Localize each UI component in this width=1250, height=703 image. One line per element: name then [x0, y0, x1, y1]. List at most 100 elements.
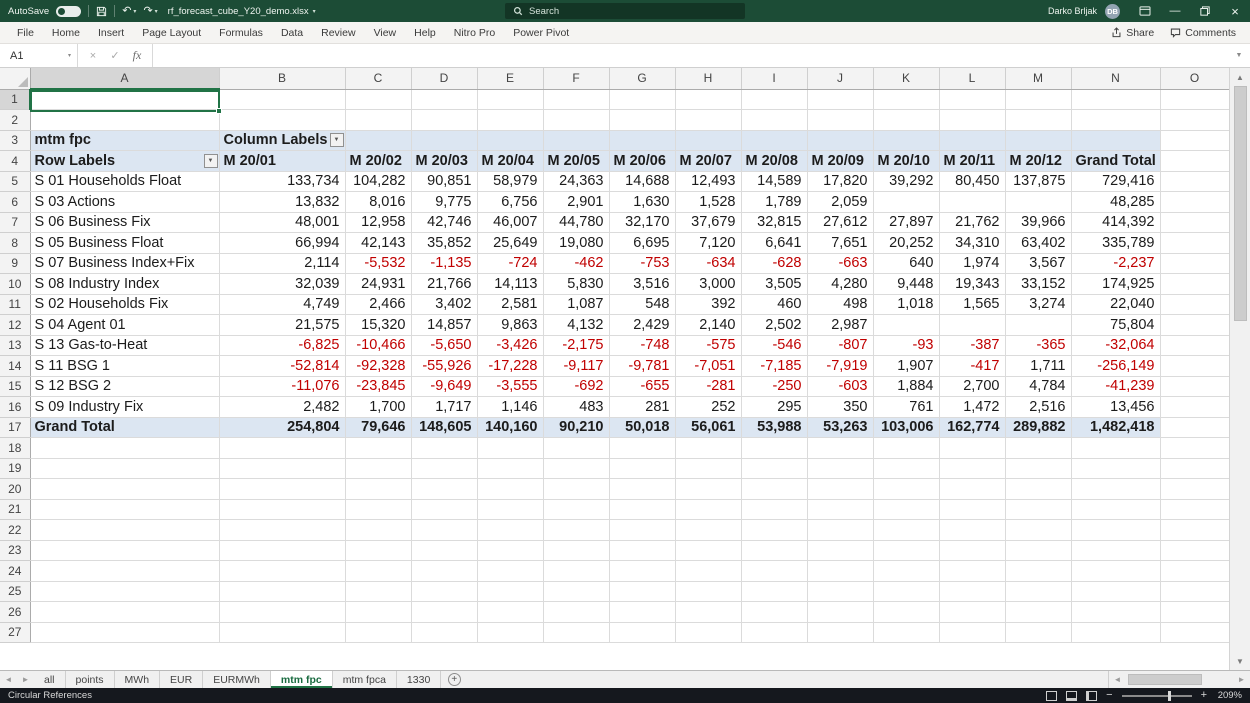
cell-M19[interactable]: [1005, 458, 1071, 479]
cell-O25[interactable]: [1160, 581, 1229, 602]
cell-E9[interactable]: -724: [477, 253, 543, 274]
cell-F6[interactable]: 2,901: [543, 192, 609, 213]
cell-I14[interactable]: -7,185: [741, 356, 807, 377]
cell-N27[interactable]: [1071, 622, 1160, 643]
zoom-slider-thumb[interactable]: [1168, 691, 1171, 701]
cell-N23[interactable]: [1071, 540, 1160, 561]
cell-K12[interactable]: [873, 315, 939, 336]
column-header-M[interactable]: M: [1005, 68, 1071, 89]
ribbon-tab-power-pivot[interactable]: Power Pivot: [504, 22, 578, 43]
cell-G21[interactable]: [609, 499, 675, 520]
cell-E15[interactable]: -3,555: [477, 376, 543, 397]
cell-C27[interactable]: [345, 622, 411, 643]
cell-M8[interactable]: 63,402: [1005, 233, 1071, 254]
cell-O8[interactable]: [1160, 233, 1229, 254]
cell-D15[interactable]: -9,649: [411, 376, 477, 397]
cell-C11[interactable]: 2,466: [345, 294, 411, 315]
cell-D22[interactable]: [411, 520, 477, 541]
cell-A6[interactable]: S 03 Actions: [30, 192, 219, 213]
cell-D10[interactable]: 21,766: [411, 274, 477, 295]
cell-G23[interactable]: [609, 540, 675, 561]
cell-A5[interactable]: S 01 Households Float: [30, 171, 219, 192]
cell-I3[interactable]: [741, 130, 807, 151]
sheet-tab-mtm-fpca[interactable]: mtm fpca: [333, 671, 397, 688]
row-header-2[interactable]: 2: [0, 110, 30, 131]
cell-B6[interactable]: 13,832: [219, 192, 345, 213]
row-header-27[interactable]: 27: [0, 622, 30, 643]
cell-E23[interactable]: [477, 540, 543, 561]
column-header-E[interactable]: E: [477, 68, 543, 89]
cell-B24[interactable]: [219, 561, 345, 582]
cell-D12[interactable]: 14,857: [411, 315, 477, 336]
cell-C18[interactable]: [345, 438, 411, 459]
cell-K10[interactable]: 9,448: [873, 274, 939, 295]
cell-D17[interactable]: 148,605: [411, 417, 477, 438]
cell-N25[interactable]: [1071, 581, 1160, 602]
row-header-16[interactable]: 16: [0, 397, 30, 418]
cell-E8[interactable]: 25,649: [477, 233, 543, 254]
cell-M1[interactable]: [1005, 89, 1071, 110]
cell-D9[interactable]: -1,135: [411, 253, 477, 274]
cell-H21[interactable]: [675, 499, 741, 520]
column-header-O[interactable]: O: [1160, 68, 1229, 89]
cell-M14[interactable]: 1,711: [1005, 356, 1071, 377]
cell-F14[interactable]: -9,117: [543, 356, 609, 377]
cell-J19[interactable]: [807, 458, 873, 479]
cell-H23[interactable]: [675, 540, 741, 561]
cell-D2[interactable]: [411, 110, 477, 131]
cell-C1[interactable]: [345, 89, 411, 110]
cell-G19[interactable]: [609, 458, 675, 479]
cell-I11[interactable]: 460: [741, 294, 807, 315]
row-header-7[interactable]: 7: [0, 212, 30, 233]
name-box[interactable]: A1 ▾: [0, 44, 78, 67]
column-header-A[interactable]: A: [30, 68, 219, 89]
cell-K5[interactable]: 39,292: [873, 171, 939, 192]
row-header-17[interactable]: 17: [0, 417, 30, 438]
cell-A3[interactable]: mtm fpc: [30, 130, 219, 151]
cell-A23[interactable]: [30, 540, 219, 561]
cell-L4[interactable]: M 20/11: [939, 151, 1005, 172]
cell-L18[interactable]: [939, 438, 1005, 459]
cell-G22[interactable]: [609, 520, 675, 541]
cell-B17[interactable]: 254,804: [219, 417, 345, 438]
cell-D21[interactable]: [411, 499, 477, 520]
cell-L26[interactable]: [939, 602, 1005, 623]
cell-O16[interactable]: [1160, 397, 1229, 418]
cell-M25[interactable]: [1005, 581, 1071, 602]
tab-scroll-right-icon[interactable]: ►: [17, 671, 34, 688]
cell-N16[interactable]: 13,456: [1071, 397, 1160, 418]
cell-C10[interactable]: 24,931: [345, 274, 411, 295]
cell-A22[interactable]: [30, 520, 219, 541]
cell-L11[interactable]: 1,565: [939, 294, 1005, 315]
cell-J21[interactable]: [807, 499, 873, 520]
cell-G20[interactable]: [609, 479, 675, 500]
cell-L15[interactable]: 2,700: [939, 376, 1005, 397]
cell-N17[interactable]: 1,482,418: [1071, 417, 1160, 438]
cell-H25[interactable]: [675, 581, 741, 602]
cell-J20[interactable]: [807, 479, 873, 500]
cell-G17[interactable]: 50,018: [609, 417, 675, 438]
sheet-tab-mtm-fpc[interactable]: mtm fpc: [271, 671, 333, 688]
ribbon-tab-home[interactable]: Home: [43, 22, 89, 43]
cell-O18[interactable]: [1160, 438, 1229, 459]
cell-M5[interactable]: 137,875: [1005, 171, 1071, 192]
cell-B23[interactable]: [219, 540, 345, 561]
cell-E24[interactable]: [477, 561, 543, 582]
cell-J2[interactable]: [807, 110, 873, 131]
cell-O22[interactable]: [1160, 520, 1229, 541]
cell-N5[interactable]: 729,416: [1071, 171, 1160, 192]
sheet-tab-points[interactable]: points: [66, 671, 115, 688]
cell-C7[interactable]: 12,958: [345, 212, 411, 233]
cell-I7[interactable]: 32,815: [741, 212, 807, 233]
cell-L24[interactable]: [939, 561, 1005, 582]
cell-F2[interactable]: [543, 110, 609, 131]
new-sheet-button[interactable]: +: [441, 671, 467, 688]
cell-D25[interactable]: [411, 581, 477, 602]
cell-G25[interactable]: [609, 581, 675, 602]
ribbon-tab-formulas[interactable]: Formulas: [210, 22, 272, 43]
cell-C6[interactable]: 8,016: [345, 192, 411, 213]
cell-N3[interactable]: [1071, 130, 1160, 151]
cell-O14[interactable]: [1160, 356, 1229, 377]
cell-I5[interactable]: 14,589: [741, 171, 807, 192]
cell-I20[interactable]: [741, 479, 807, 500]
